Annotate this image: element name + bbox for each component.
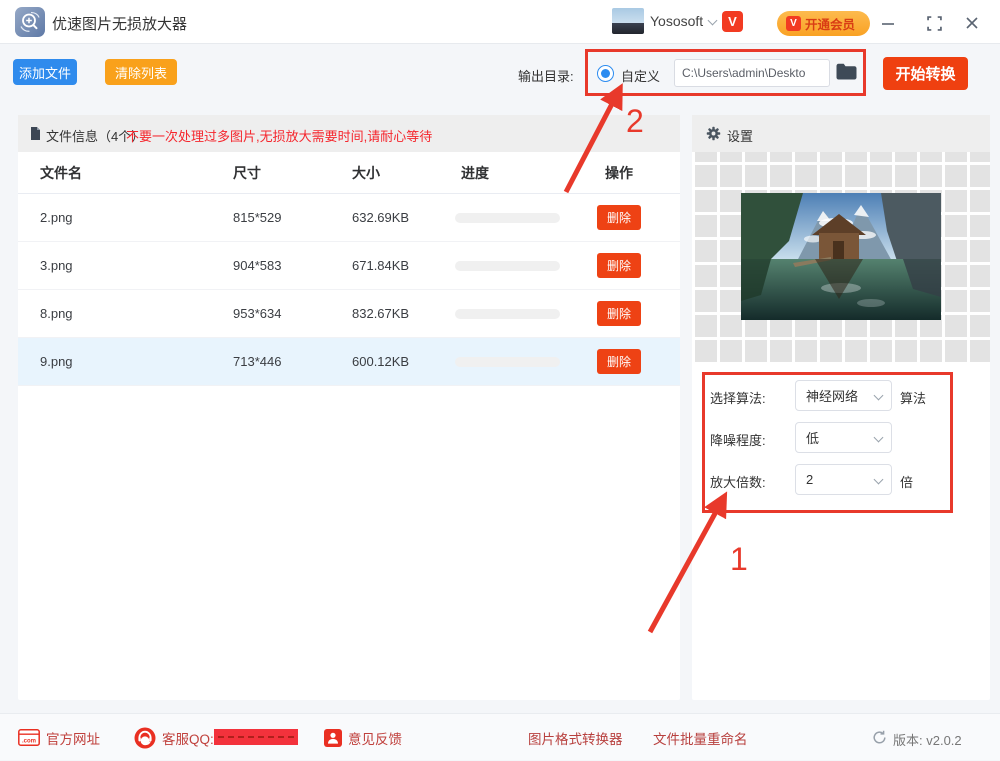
table-row[interactable]: 9.png 713*446 600.12KB 删除 bbox=[18, 338, 680, 386]
preview-image bbox=[741, 193, 941, 320]
file-size-cell: 600.12KB bbox=[352, 338, 409, 386]
delete-button[interactable]: 删除 bbox=[597, 253, 641, 278]
format-converter-link[interactable]: 图片格式转换器 bbox=[528, 714, 623, 761]
file-table-body: 2.png 815*529 632.69KB 删除 3.png 904*583 … bbox=[18, 194, 680, 386]
warning-text: 不要一次处理过多图片,无损放大需要时间,请耐心等待 bbox=[126, 126, 432, 145]
file-size-cell: 671.84KB bbox=[352, 242, 409, 290]
support-qq-label: 客服QQ: bbox=[162, 728, 214, 748]
col-dimensions: 尺寸 bbox=[233, 152, 261, 194]
scale-select[interactable]: 2 bbox=[795, 464, 892, 495]
settings-title: 设置 bbox=[727, 126, 753, 145]
browse-folder-icon[interactable] bbox=[836, 63, 857, 85]
official-site-link[interactable]: .com 官方网址 bbox=[18, 714, 100, 761]
vip-icon: V bbox=[786, 16, 801, 31]
settings-panel: 设置 选择算法: 神经网络 算法 降噪程度: bbox=[692, 115, 990, 700]
file-size-cell: 832.67KB bbox=[352, 290, 409, 338]
table-row[interactable]: 2.png 815*529 632.69KB 删除 bbox=[18, 194, 680, 242]
denoise-label: 降噪程度: bbox=[710, 430, 766, 449]
settings-band: 设置 bbox=[692, 115, 990, 152]
clear-list-button[interactable]: 清除列表 bbox=[105, 59, 177, 85]
gear-icon bbox=[706, 126, 721, 146]
close-button[interactable] bbox=[962, 13, 982, 33]
format-converter-label: 图片格式转换器 bbox=[528, 728, 623, 748]
file-info-band: 文件信息（4个） 不要一次处理过多图片,无损放大需要时间,请耐心等待 bbox=[18, 115, 680, 152]
account-name: Yososoft bbox=[650, 13, 703, 29]
table-row[interactable]: 8.png 953*634 832.67KB 删除 bbox=[18, 290, 680, 338]
denoise-value: 低 bbox=[806, 428, 819, 447]
col-filename: 文件名 bbox=[40, 152, 82, 194]
custom-dir-radio[interactable] bbox=[597, 65, 614, 82]
scale-suffix: 倍 bbox=[900, 472, 913, 491]
check-update-icon[interactable] bbox=[872, 730, 887, 750]
svg-text:.com: .com bbox=[22, 739, 36, 745]
output-dir-label: 输出目录: bbox=[518, 66, 574, 85]
chevron-down-icon bbox=[874, 433, 884, 443]
account-dropdown[interactable]: Yososoft bbox=[650, 13, 716, 29]
minimize-button[interactable] bbox=[878, 13, 898, 33]
scale-value: 2 bbox=[806, 472, 813, 487]
denoise-select[interactable]: 低 bbox=[795, 422, 892, 453]
batch-rename-label: 文件批量重命名 bbox=[653, 728, 748, 748]
start-convert-button[interactable]: 开始转换 bbox=[883, 57, 968, 90]
feedback-icon bbox=[324, 729, 342, 747]
col-actions: 操作 bbox=[605, 152, 633, 194]
progress-bar bbox=[455, 213, 560, 223]
scale-label: 放大倍数: bbox=[710, 472, 766, 491]
progress-bar bbox=[455, 261, 560, 271]
feedback-label: 意见反馈 bbox=[348, 728, 402, 748]
algorithm-value: 神经网络 bbox=[806, 386, 858, 405]
output-path-input[interactable] bbox=[674, 59, 830, 87]
headset-icon bbox=[134, 727, 156, 749]
col-progress: 进度 bbox=[461, 152, 489, 194]
file-dims-cell: 713*446 bbox=[233, 338, 281, 386]
file-name-cell: 2.png bbox=[40, 194, 73, 242]
website-icon: .com bbox=[18, 729, 40, 746]
footer-bar: .com 官方网址 客服QQ: 意见反馈 图片格式转换器 文件批量重命名 bbox=[0, 713, 1000, 760]
app-title: 优速图片无损放大器 bbox=[52, 13, 187, 34]
add-files-button[interactable]: 添加文件 bbox=[13, 59, 77, 85]
file-dims-cell: 815*529 bbox=[233, 194, 281, 242]
algorithm-label: 选择算法: bbox=[710, 388, 766, 407]
delete-button[interactable]: 删除 bbox=[597, 349, 641, 374]
file-list-panel: 文件信息（4个） 不要一次处理过多图片,无损放大需要时间,请耐心等待 文件名 尺… bbox=[18, 115, 680, 700]
delete-button[interactable]: 删除 bbox=[597, 301, 641, 326]
delete-button[interactable]: 删除 bbox=[597, 205, 641, 230]
chevron-down-icon bbox=[874, 391, 884, 401]
version-label: 版本: v2.0.2 bbox=[893, 730, 962, 749]
support-qq-link[interactable]: 客服QQ: bbox=[134, 714, 214, 761]
algorithm-suffix: 算法 bbox=[900, 388, 926, 407]
open-vip-label: 开通会员 bbox=[805, 14, 855, 33]
file-dims-cell: 953*634 bbox=[233, 290, 281, 338]
official-site-label: 官方网址 bbox=[46, 728, 100, 748]
custom-dir-radio-label[interactable]: 自定义 bbox=[621, 66, 660, 85]
batch-rename-link[interactable]: 文件批量重命名 bbox=[653, 714, 748, 761]
file-name-cell: 3.png bbox=[40, 242, 73, 290]
file-name-cell: 9.png bbox=[40, 338, 73, 386]
document-icon bbox=[30, 127, 41, 145]
file-dims-cell: 904*583 bbox=[233, 242, 281, 290]
algorithm-select[interactable]: 神经网络 bbox=[795, 380, 892, 411]
progress-bar bbox=[455, 309, 560, 319]
vip-badge-icon[interactable]: V bbox=[722, 11, 743, 32]
app-logo-icon bbox=[15, 7, 45, 42]
chevron-down-icon bbox=[874, 475, 884, 485]
table-row[interactable]: 3.png 904*583 671.84KB 删除 bbox=[18, 242, 680, 290]
user-avatar[interactable] bbox=[612, 8, 644, 34]
file-size-cell: 632.69KB bbox=[352, 194, 409, 242]
chevron-down-icon bbox=[708, 16, 718, 26]
progress-bar bbox=[455, 357, 560, 367]
qq-number-redaction bbox=[214, 729, 298, 745]
table-header: 文件名 尺寸 大小 进度 操作 bbox=[18, 152, 680, 194]
file-name-cell: 8.png bbox=[40, 290, 73, 338]
open-vip-button[interactable]: V 开通会员 bbox=[777, 11, 870, 36]
col-size: 大小 bbox=[352, 152, 380, 194]
maximize-button[interactable] bbox=[924, 13, 944, 33]
title-bar: 优速图片无损放大器 Yososoft V V 开通会员 bbox=[0, 0, 1000, 44]
feedback-link[interactable]: 意见反馈 bbox=[324, 714, 402, 761]
